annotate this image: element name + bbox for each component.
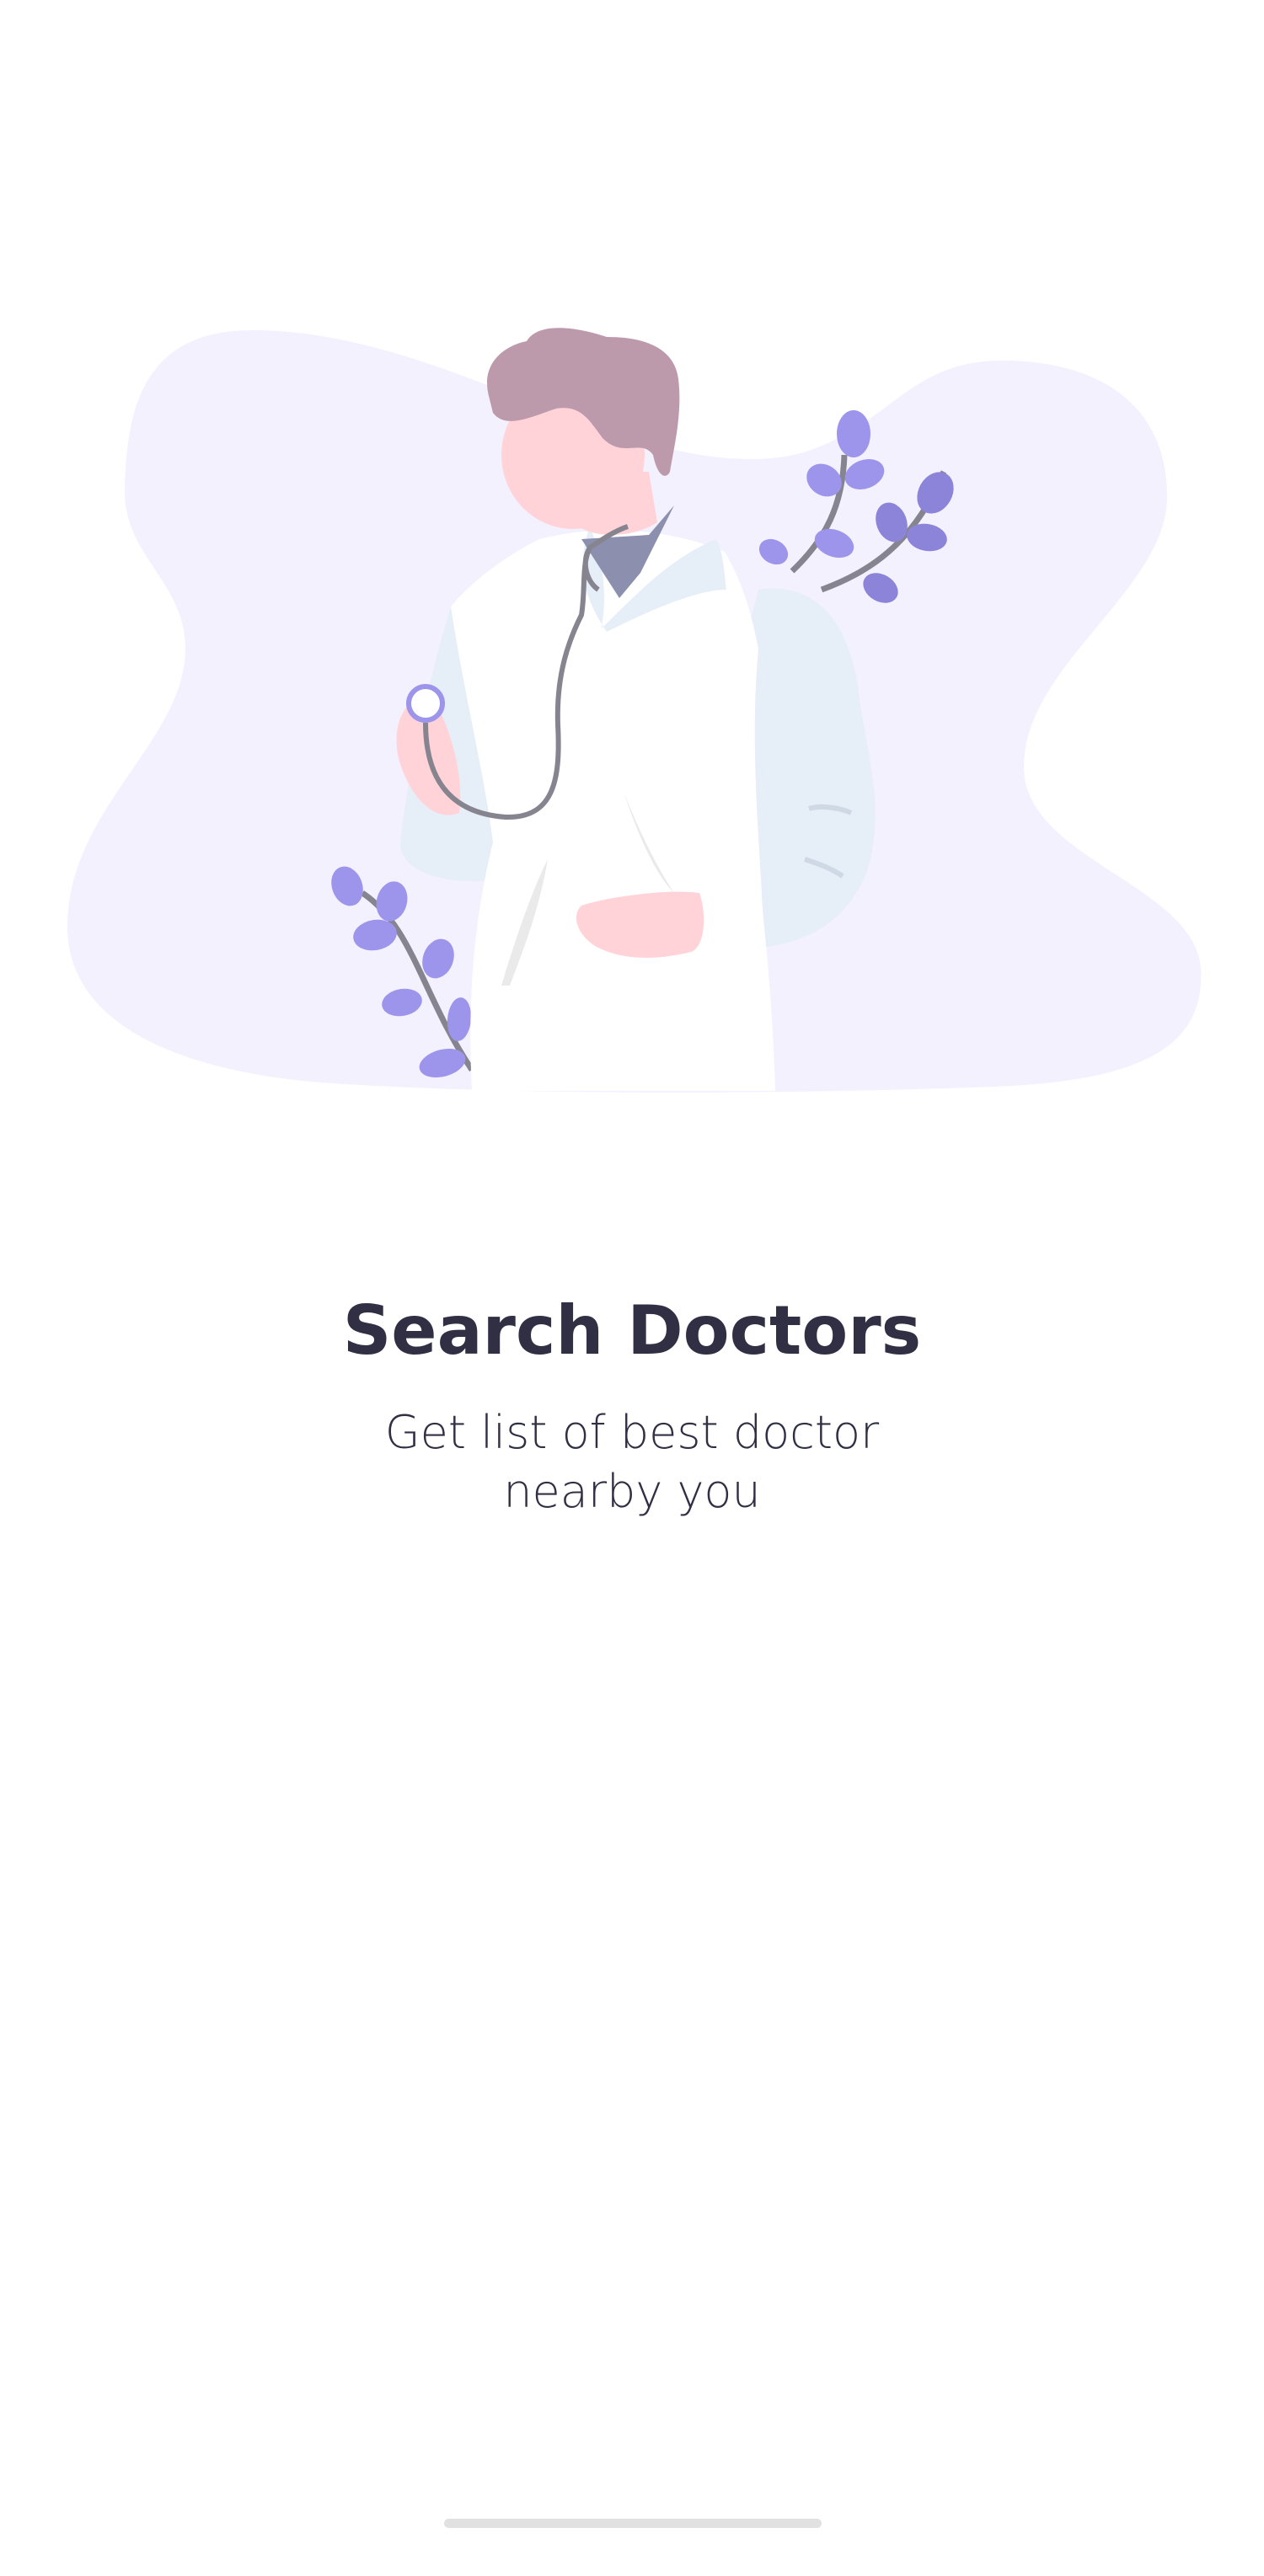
stethoscope-chestpiece bbox=[406, 684, 445, 723]
page-title: Search Doctors bbox=[342, 1291, 922, 1370]
page-subtitle: Get list of best doctor nearby you bbox=[384, 1406, 880, 1518]
home-indicator[interactable] bbox=[444, 2519, 822, 2528]
doctor-illustration bbox=[0, 0, 1264, 1146]
onboarding-text: Search Doctors Get list of best doctor n… bbox=[0, 1280, 1264, 1521]
coat-body bbox=[451, 530, 775, 1091]
